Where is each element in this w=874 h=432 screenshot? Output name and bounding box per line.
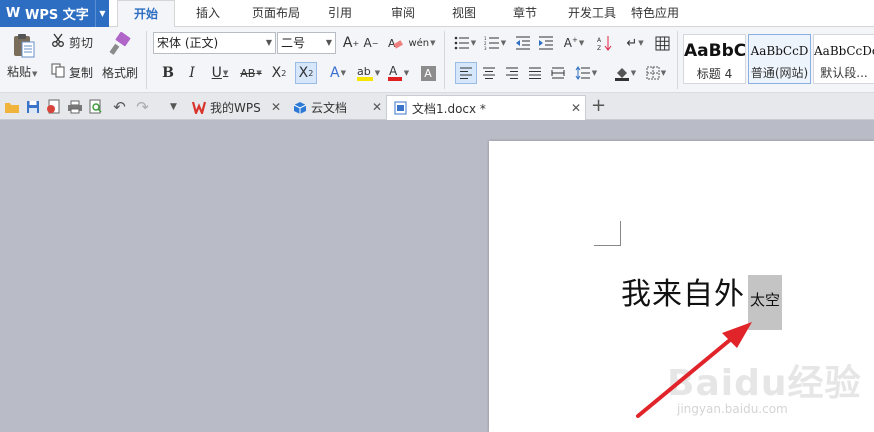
tab-cloud-docs[interactable]: 云文档 ✕ bbox=[286, 95, 386, 120]
svg-text:Z: Z bbox=[597, 45, 601, 51]
ribbon-divider bbox=[677, 31, 678, 89]
undo-icon[interactable]: ↶ bbox=[111, 98, 128, 116]
svg-text:A: A bbox=[389, 64, 398, 78]
underline-button[interactable]: U ▼ bbox=[206, 62, 234, 84]
copy-button[interactable]: 复制 bbox=[69, 64, 93, 81]
shrink-font-icon[interactable]: A − bbox=[360, 32, 382, 54]
redo-icon[interactable]: ↷ bbox=[134, 98, 151, 116]
phonetic-guide-icon[interactable]: wén ▼ bbox=[408, 32, 435, 54]
numbering-icon[interactable]: 1 2 3 ▼ bbox=[481, 32, 509, 54]
align-left-button[interactable] bbox=[455, 62, 477, 84]
distributed-align-button[interactable] bbox=[547, 62, 569, 84]
justify-button[interactable] bbox=[524, 62, 546, 84]
tab-section[interactable]: 章节 bbox=[505, 0, 545, 27]
sort-icon[interactable]: AZ bbox=[594, 32, 616, 54]
format-painter-icon[interactable] bbox=[106, 31, 134, 59]
close-icon[interactable]: ✕ bbox=[271, 100, 281, 114]
ribbon-divider bbox=[146, 31, 147, 89]
copy-icon[interactable] bbox=[50, 62, 66, 78]
new-tab-plus-icon[interactable]: + bbox=[591, 97, 606, 115]
tab-developer[interactable]: 开发工具 bbox=[561, 0, 623, 27]
character-shading-button[interactable]: A bbox=[417, 62, 439, 84]
tab-my-wps[interactable]: 我的WPS ✕ bbox=[185, 95, 285, 120]
tab-page-layout[interactable]: 页面布局 bbox=[245, 0, 307, 27]
clear-format-icon[interactable]: A bbox=[384, 32, 406, 54]
margin-corner-mark bbox=[620, 221, 621, 246]
subscript-button[interactable]: X2 bbox=[295, 62, 317, 84]
cut-button[interactable]: 剪切 bbox=[69, 34, 93, 51]
open-folder-icon[interactable] bbox=[3, 98, 20, 115]
svg-text:A: A bbox=[597, 37, 602, 44]
ribbon-home: 粘贴▼ 剪切 复制 格式刷 宋体 (正文) ▼ 二号 ▼ A + A − A wén ▼ … bbox=[0, 27, 874, 93]
table-icon[interactable] bbox=[651, 32, 673, 54]
borders-button[interactable]: ▼ bbox=[642, 62, 670, 84]
export-pdf-icon[interactable] bbox=[45, 98, 62, 115]
style-heading-4[interactable]: AaBbC 标题 4 bbox=[683, 34, 746, 84]
format-painter-button[interactable]: 格式刷 bbox=[102, 64, 138, 81]
change-case-icon[interactable]: A+ ▼ bbox=[560, 32, 588, 54]
tab-insert[interactable]: 插入 bbox=[186, 0, 230, 27]
text-effect-button[interactable]: A ▼ bbox=[324, 62, 352, 84]
svg-text:ab: ab bbox=[357, 65, 371, 78]
document-icon bbox=[393, 101, 408, 116]
wps-icon bbox=[191, 100, 206, 115]
shading-button[interactable]: ▼ bbox=[611, 62, 639, 84]
print-icon[interactable] bbox=[66, 98, 83, 115]
scissors-icon[interactable] bbox=[50, 32, 66, 48]
style-default-paragraph[interactable]: AaBbCcDc 默认段... bbox=[813, 34, 874, 84]
document-text[interactable]: 我来自外 bbox=[621, 269, 745, 313]
tab-references[interactable]: 引用 bbox=[320, 0, 360, 27]
document-page[interactable]: 我来自外 太空 Baidu经验 jingyan.baidu.com bbox=[489, 141, 874, 432]
customize-toolbar-icon[interactable]: ▼ bbox=[165, 98, 182, 115]
document-tab-bar: ↶ ↷ ▼ 我的WPS ✕ 云文档 ✕ 文档1.docx * ✕ bbox=[0, 93, 874, 120]
style-normal-web[interactable]: AaBbCcD 普通(网站) bbox=[748, 34, 811, 84]
align-right-button[interactable] bbox=[501, 62, 523, 84]
tab-special-apps[interactable]: 特色应用 bbox=[619, 0, 691, 27]
close-icon[interactable]: ✕ bbox=[571, 101, 581, 115]
app-menu-button[interactable]: W WPS 文字 ▼ bbox=[0, 0, 109, 27]
ribbon-divider bbox=[444, 31, 445, 89]
cloud-doc-icon bbox=[292, 100, 307, 115]
bold-button[interactable]: B bbox=[157, 62, 179, 84]
font-color-button[interactable]: A ▼ bbox=[384, 62, 412, 84]
tab-home[interactable]: 开始 bbox=[117, 0, 175, 28]
italic-button[interactable]: I bbox=[181, 62, 203, 84]
svg-text:A: A bbox=[388, 37, 396, 50]
print-preview-icon[interactable] bbox=[87, 98, 104, 115]
save-icon[interactable] bbox=[24, 98, 41, 115]
font-size-select[interactable]: 二号 ▼ bbox=[277, 32, 336, 54]
chevron-down-icon: ▼ bbox=[325, 38, 332, 47]
margin-corner-mark bbox=[594, 245, 620, 246]
tab-view[interactable]: 视图 bbox=[444, 0, 484, 27]
line-spacing-button[interactable]: ▼ bbox=[572, 62, 600, 84]
chevron-down-icon[interactable]: ▼ bbox=[95, 0, 109, 27]
highlight-color-button[interactable]: ab ▼ bbox=[354, 62, 382, 84]
tab-document1[interactable]: 文档1.docx * ✕ bbox=[386, 95, 586, 120]
grow-font-icon[interactable]: A + bbox=[340, 32, 362, 54]
app-title: WPS 文字 bbox=[25, 8, 89, 23]
close-icon[interactable]: ✕ bbox=[372, 100, 382, 114]
bullets-icon[interactable]: ▼ bbox=[451, 32, 479, 54]
document-workspace: 我来自外 太空 Baidu经验 jingyan.baidu.com bbox=[0, 120, 874, 432]
wps-logo-icon: W bbox=[5, 6, 21, 21]
subscript-text[interactable]: 太空 bbox=[750, 289, 780, 310]
menu-bar: W WPS 文字 ▼ 开始 插入 页面布局 引用 审阅 视图 章节 开发工具 特… bbox=[0, 0, 874, 28]
font-name-select[interactable]: 宋体 (正文) ▼ bbox=[153, 32, 276, 54]
chevron-down-icon: ▼ bbox=[265, 38, 272, 47]
superscript-button[interactable]: X2 bbox=[268, 62, 290, 84]
align-center-button[interactable] bbox=[478, 62, 500, 84]
paste-icon[interactable] bbox=[9, 31, 39, 61]
baidu-jingyan-watermark: Baidu经验 jingyan.baidu.com bbox=[667, 363, 862, 416]
paste-button[interactable]: 粘贴▼ bbox=[7, 63, 37, 80]
increase-indent-icon[interactable] bbox=[535, 32, 557, 54]
decrease-indent-icon[interactable] bbox=[512, 32, 534, 54]
strikethrough-button[interactable]: AB ▼ bbox=[237, 62, 265, 84]
svg-text:3: 3 bbox=[484, 46, 487, 50]
show-marks-icon[interactable]: ↵ ▼ bbox=[621, 32, 649, 54]
tab-review[interactable]: 审阅 bbox=[383, 0, 423, 27]
